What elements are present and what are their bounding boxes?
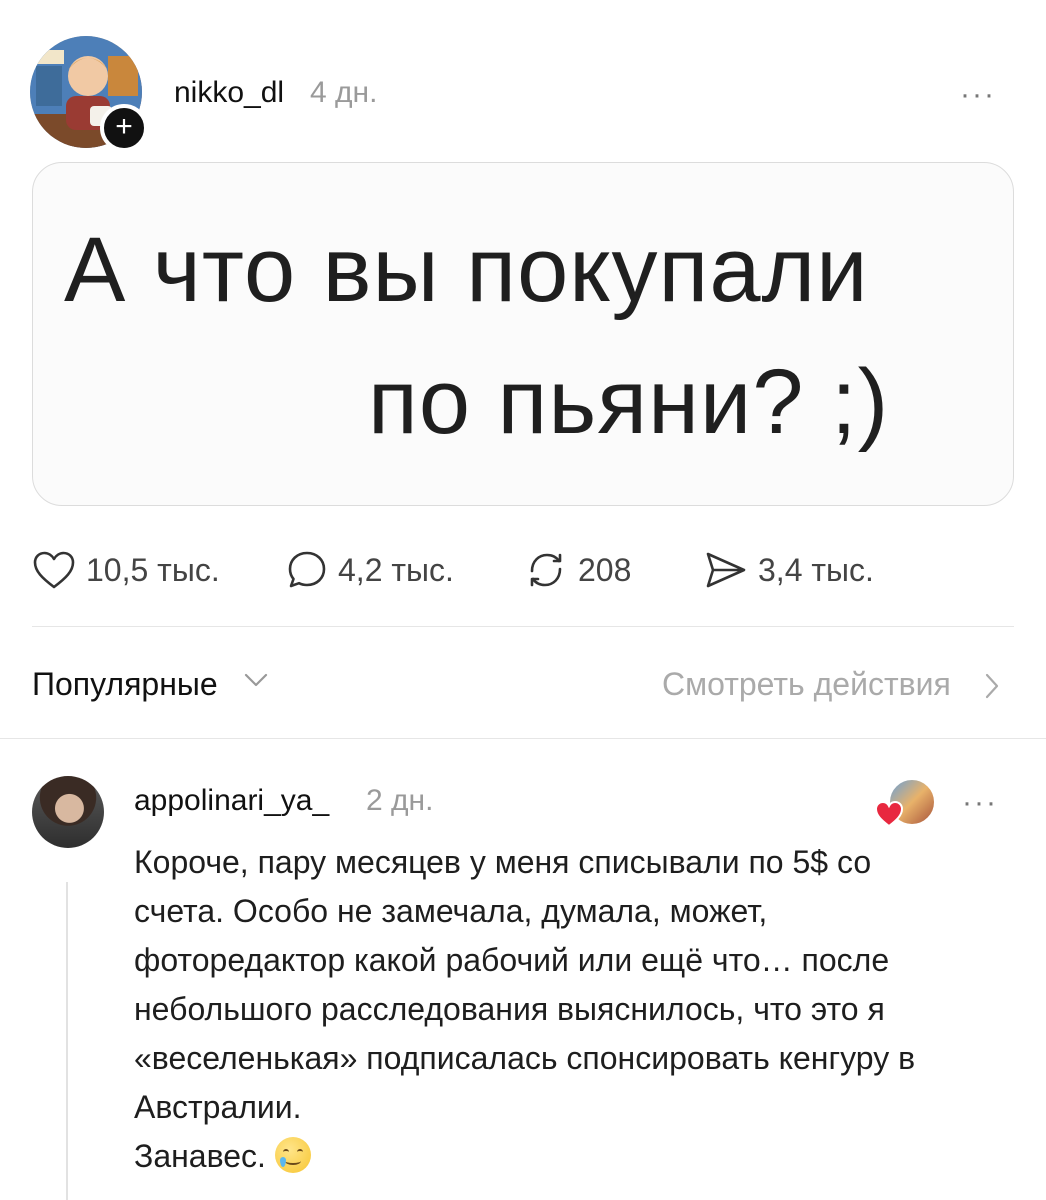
comment-body: Короче, пару месяцев у меня списывали по…: [134, 844, 916, 1174]
comment-timestamp: 2 дн.: [366, 784, 434, 817]
send-icon: [704, 550, 748, 590]
repost-button[interactable]: 208: [524, 548, 631, 592]
follow-button[interactable]: +: [100, 104, 148, 152]
heart-icon: [32, 550, 76, 590]
post-more-button[interactable]: ···: [960, 78, 996, 112]
post-image-text-line2: по пьяни? ;): [368, 351, 890, 453]
share-count: 3,4 тыс.: [758, 551, 874, 588]
chevron-right-icon[interactable]: [984, 673, 1000, 704]
thread-line: [66, 882, 68, 1200]
repost-count: 208: [578, 551, 632, 588]
comment-text: Короче, пару месяцев у меня списывали по…: [134, 838, 1014, 1181]
like-button[interactable]: 10,5 тыс.: [32, 548, 220, 592]
share-button[interactable]: 3,4 тыс.: [704, 548, 874, 592]
post-image-text-line1: А что вы покупали: [64, 219, 869, 321]
view-activity-link[interactable]: Смотреть действия: [662, 666, 951, 703]
comment-count: 4,2 тыс.: [338, 551, 454, 588]
comment-bubble-icon: [286, 549, 328, 591]
chevron-down-icon[interactable]: [244, 672, 268, 693]
post-timestamp: 4 дн.: [310, 76, 378, 109]
author-liked-heart-icon: [874, 800, 904, 833]
like-count: 10,5 тыс.: [86, 551, 220, 588]
repost-icon: [524, 549, 568, 591]
divider: [0, 738, 1046, 739]
sort-dropdown-label[interactable]: Популярные: [32, 666, 218, 703]
comment-more-button[interactable]: ···: [962, 786, 998, 820]
divider: [32, 626, 1014, 627]
commenter-avatar[interactable]: [32, 776, 104, 848]
smiling-face-with-tear-icon: [274, 1137, 311, 1173]
comment-button[interactable]: 4,2 тыс.: [286, 548, 454, 592]
commenter-username[interactable]: appolinari_ya_: [134, 784, 329, 818]
author-username[interactable]: nikko_dl: [174, 76, 284, 110]
